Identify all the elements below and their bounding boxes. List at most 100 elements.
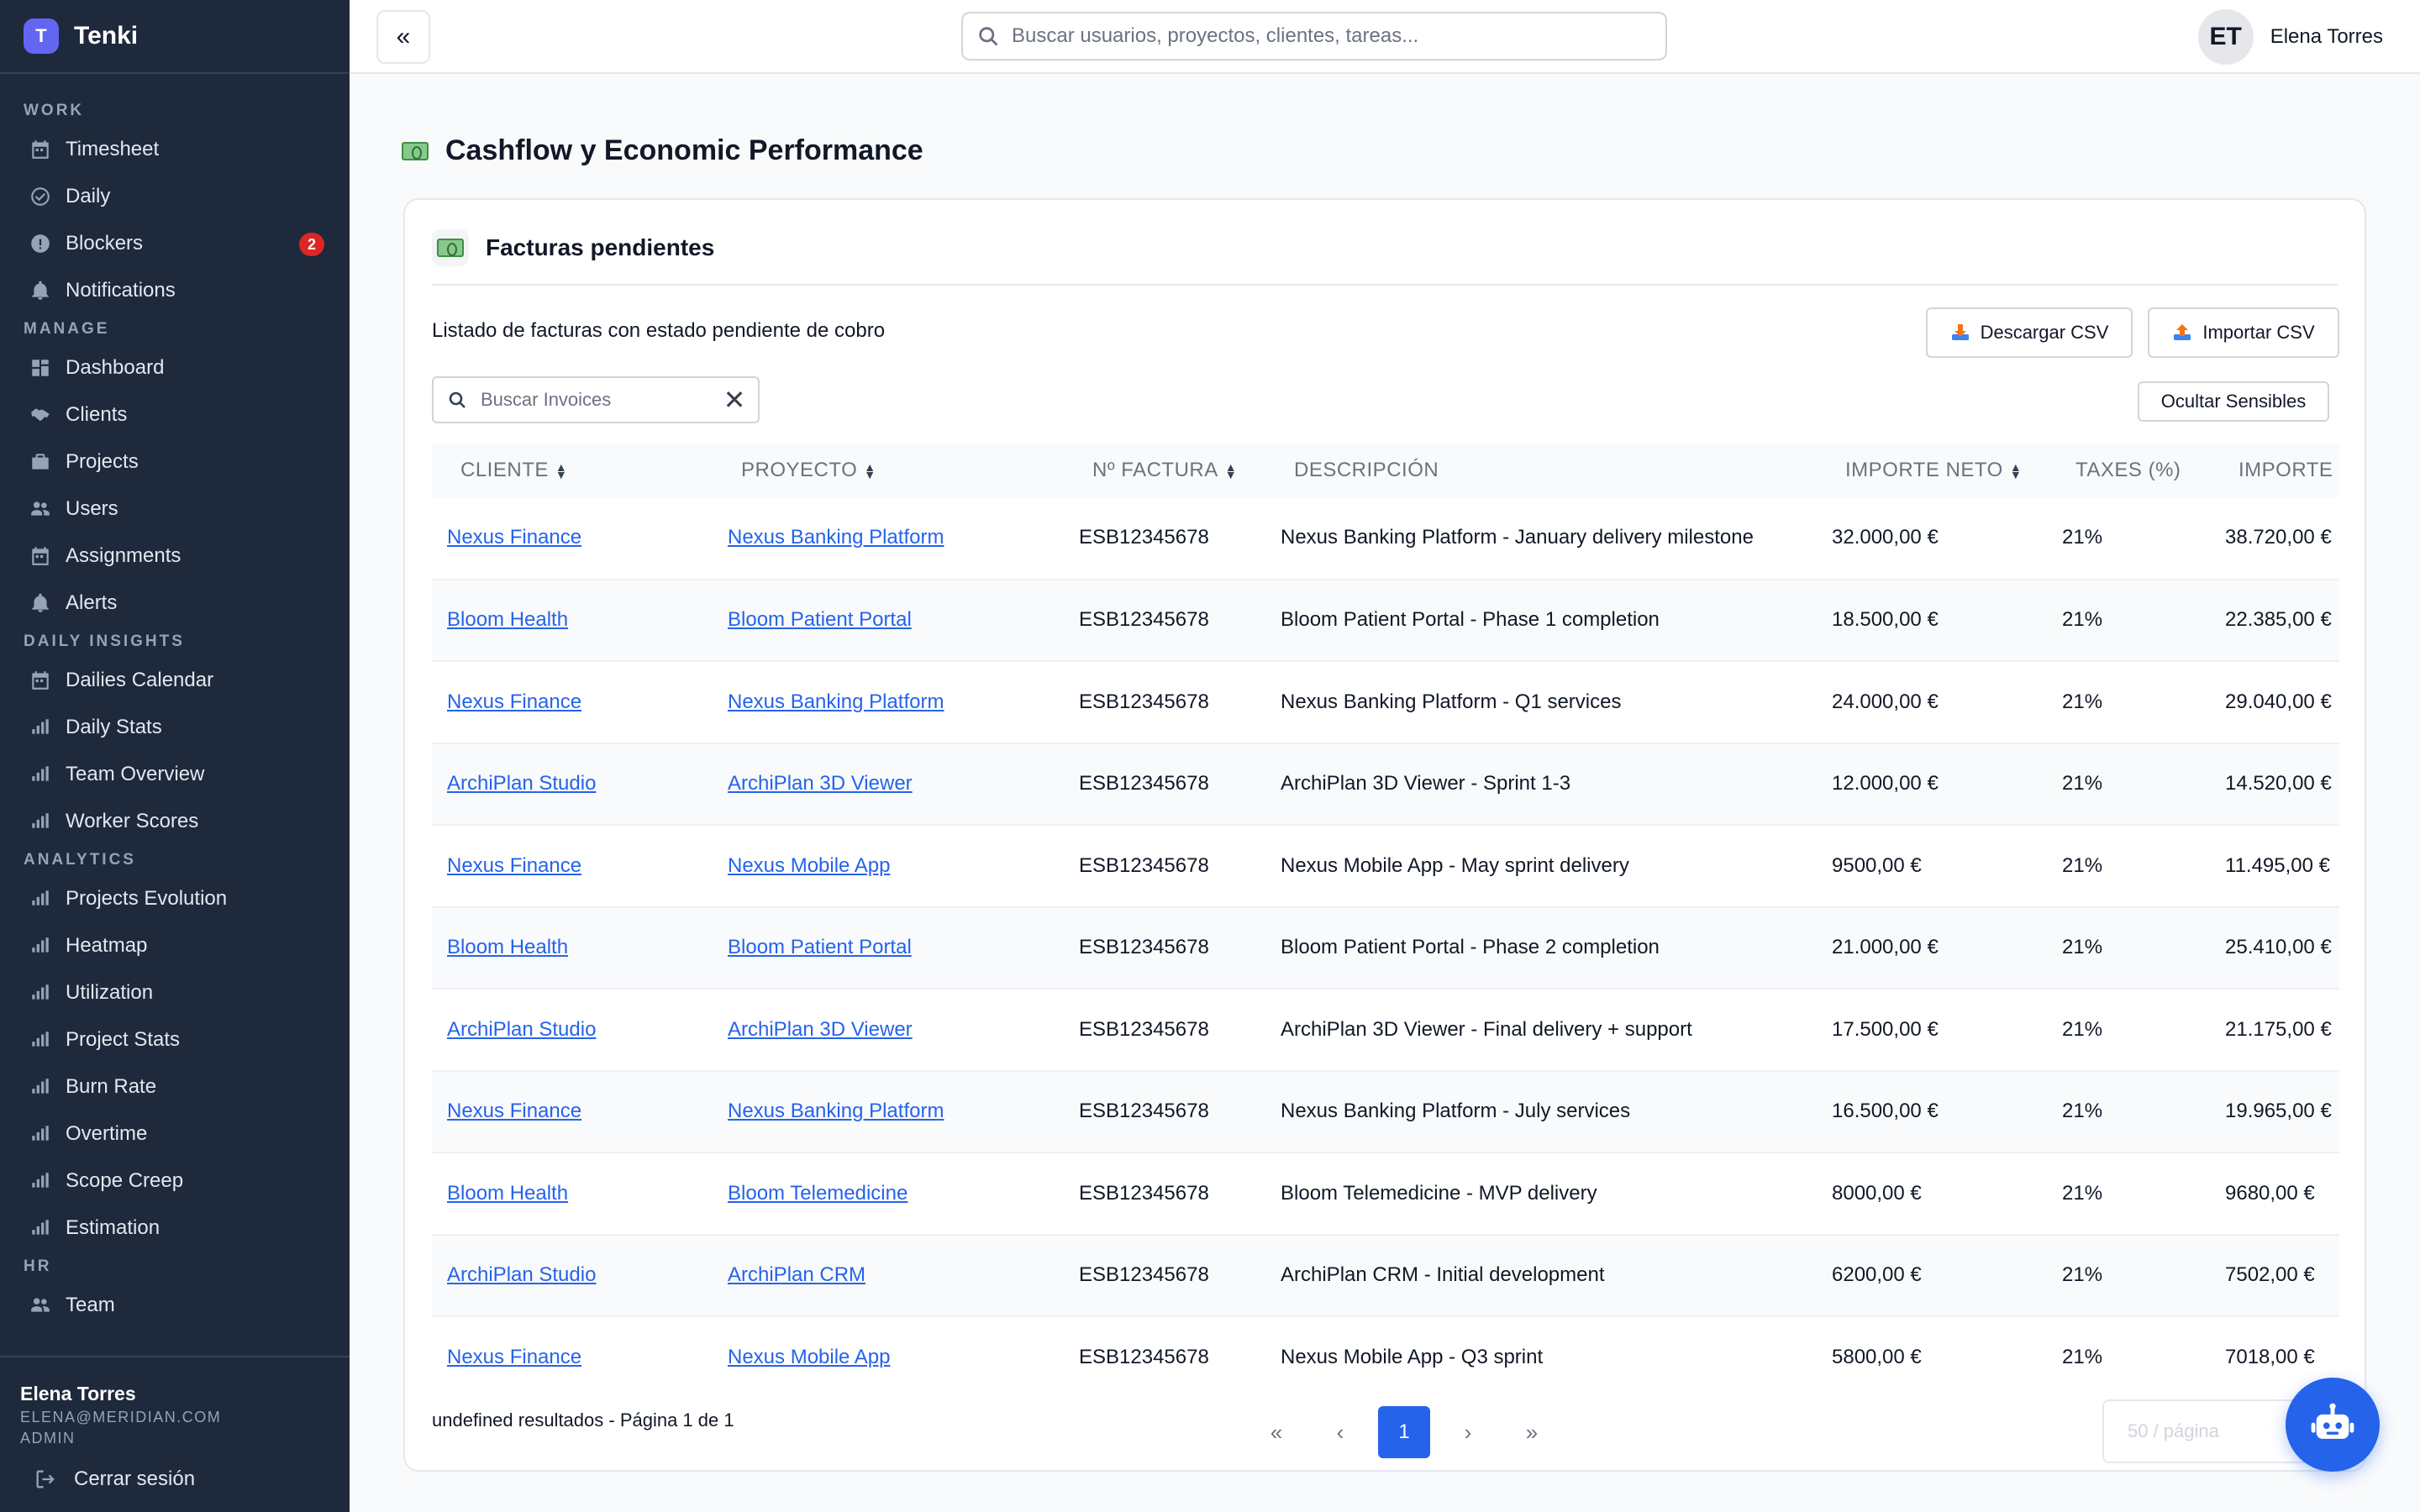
sort-icon[interactable]: ▲ ▼	[2010, 461, 2022, 480]
invoices-table-container[interactable]: CLIENTE ▲ ▼ PROYECTO ▲ ▼ Nº FACTURA ▲ ▼ DESCRIPCI…	[432, 444, 2339, 1393]
first-page-button[interactable]: «	[1250, 1406, 1302, 1458]
next-page-button[interactable]: ›	[1442, 1406, 1494, 1458]
table-row[interactable]: ArchiPlan Studio ArchiPlan 3D Viewer ESB12…	[432, 743, 2339, 825]
client-link[interactable]: Bloom Health	[447, 608, 568, 631]
cell-project: Nexus Banking Platform	[713, 1071, 1064, 1153]
cell-taxes: 21%	[2062, 1100, 2103, 1123]
sidebar-item-dashboard[interactable]: Dashboard	[0, 344, 350, 391]
project-link[interactable]: Nexus Mobile App	[728, 854, 890, 877]
sidebar-item-blockers[interactable]: Blockers 2	[0, 220, 350, 267]
project-link[interactable]: ArchiPlan 3D Viewer	[728, 1018, 913, 1041]
cell-project: Nexus Banking Platform	[713, 497, 1064, 580]
calendar-icon	[29, 138, 52, 161]
sort-icon[interactable]: ▲ ▼	[1225, 461, 1237, 480]
project-link[interactable]: Nexus Banking Platform	[728, 526, 944, 549]
sort-icon[interactable]: ▲ ▼	[555, 461, 567, 480]
global-search[interactable]	[961, 12, 1667, 60]
logout-icon	[36, 1470, 55, 1488]
table-row[interactable]: Bloom Health Bloom Patient Portal ESB12345…	[432, 906, 2339, 989]
sidebar-item-projects[interactable]: Projects	[0, 438, 350, 486]
cell-net-amount: 17.500,00 €	[1832, 1017, 1939, 1041]
project-link[interactable]: Bloom Patient Portal	[728, 936, 912, 958]
logout-button[interactable]: Cerrar sesión	[20, 1467, 329, 1491]
column-header[interactable]: CLIENTE ▲ ▼	[432, 444, 713, 497]
bell-icon	[29, 591, 52, 615]
client-link[interactable]: Bloom Health	[447, 1182, 568, 1205]
last-page-button[interactable]: »	[1506, 1406, 1558, 1458]
sort-icon[interactable]: ▲ ▼	[864, 461, 876, 480]
client-link[interactable]: Nexus Finance	[447, 526, 581, 549]
table-row[interactable]: Nexus Finance Nexus Banking Platform ESB12…	[432, 497, 2339, 580]
column-header[interactable]: Nº FACTURA ▲ ▼	[1064, 444, 1265, 497]
sidebar-item-projects-evolution[interactable]: Projects Evolution	[0, 875, 350, 922]
sidebar-item-notifications[interactable]: Notifications	[0, 267, 350, 314]
project-link[interactable]: Nexus Banking Platform	[728, 1100, 944, 1122]
table-row[interactable]: Bloom Health Bloom Patient Portal ESB12345…	[432, 579, 2339, 662]
cell-invoice-number: ESB12345678	[1079, 1181, 1209, 1205]
table-row[interactable]: Nexus Finance Nexus Mobile App ESB12345678…	[432, 825, 2339, 907]
column-header[interactable]: IMPORTE NETO ▲ ▼	[1817, 444, 2047, 497]
client-link[interactable]: Nexus Finance	[447, 690, 581, 713]
project-link[interactable]: Nexus Mobile App	[728, 1346, 890, 1368]
sidebar-item-assignments[interactable]: Assignments	[0, 533, 350, 580]
briefcase-icon	[29, 450, 52, 474]
client-link[interactable]: Nexus Finance	[447, 854, 581, 877]
sidebar-item-overtime[interactable]: Overtime	[0, 1110, 350, 1158]
cell-description: Nexus Banking Platform - Q1 services	[1281, 690, 1622, 713]
client-link[interactable]: Nexus Finance	[447, 1100, 581, 1122]
client-link[interactable]: ArchiPlan Studio	[447, 772, 596, 795]
import-csv-button[interactable]: Importar CSV	[2148, 307, 2339, 358]
pagination: « ‹ 1 › »	[1250, 1404, 1570, 1460]
sidebar-item-label: Timesheet	[66, 138, 160, 160]
prev-page-button[interactable]: ‹	[1314, 1406, 1366, 1458]
sidebar-item-timesheet[interactable]: Timesheet	[0, 126, 350, 173]
sidebar-item-users[interactable]: Users	[0, 486, 350, 533]
download-csv-button[interactable]: Descargar CSV	[1926, 307, 2133, 358]
sidebar-item-estimation[interactable]: Estimation	[0, 1205, 350, 1252]
sidebar-item-clients[interactable]: Clients	[0, 391, 350, 438]
sidebar-item-worker-scores[interactable]: Worker Scores	[0, 798, 350, 845]
user-menu[interactable]: ET Elena Torres	[2197, 8, 2383, 66]
cell-taxes: 21%	[2062, 853, 2103, 877]
page-1-button[interactable]: 1	[1378, 1406, 1430, 1458]
project-link[interactable]: Bloom Telemedicine	[728, 1182, 908, 1205]
table-row[interactable]: Nexus Finance Nexus Mobile App ESB12345678…	[432, 1316, 2339, 1393]
sidebar-item-scope-creep[interactable]: Scope Creep	[0, 1158, 350, 1205]
collapse-sidebar-button[interactable]: «	[376, 10, 430, 64]
alert-icon	[29, 232, 52, 255]
cell-project: ArchiPlan CRM	[713, 1235, 1064, 1317]
client-link[interactable]: ArchiPlan Studio	[447, 1018, 596, 1041]
sidebar-item-alerts[interactable]: Alerts	[0, 580, 350, 627]
assistant-bot-button[interactable]	[2286, 1378, 2380, 1472]
table-row[interactable]: Nexus Finance Nexus Banking Platform ESB12…	[432, 661, 2339, 743]
global-search-input[interactable]	[1012, 24, 1650, 48]
clear-search-icon[interactable]: ✕	[718, 383, 751, 417]
sidebar-item-daily[interactable]: Daily	[0, 173, 350, 220]
sidebar-item-team-overview[interactable]: Team Overview	[0, 751, 350, 798]
table-row[interactable]: Bloom Health Bloom Telemedicine ESB1234567…	[432, 1152, 2339, 1235]
sidebar-item-heatmap[interactable]: Heatmap	[0, 922, 350, 969]
sidebar-item-burn-rate[interactable]: Burn Rate	[0, 1063, 350, 1110]
hide-sensitive-button[interactable]: Ocultar Sensibles	[2138, 381, 2329, 422]
sidebar-item-utilization[interactable]: Utilization	[0, 969, 350, 1016]
project-link[interactable]: Nexus Banking Platform	[728, 690, 944, 713]
client-link[interactable]: ArchiPlan Studio	[447, 1263, 596, 1286]
brand[interactable]: T Tenki	[0, 0, 350, 74]
sidebar-item-daily-stats[interactable]: Daily Stats	[0, 704, 350, 751]
column-header[interactable]: PROYECTO ▲ ▼	[713, 444, 1064, 497]
table-row[interactable]: ArchiPlan Studio ArchiPlan 3D Viewer ESB12…	[432, 989, 2339, 1071]
sidebar-item-dailies-calendar[interactable]: Dailies Calendar	[0, 657, 350, 704]
table-row[interactable]: Nexus Finance Nexus Banking Platform ESB12…	[432, 1070, 2339, 1153]
table-row[interactable]: ArchiPlan Studio ArchiPlan CRM ESB12345678…	[432, 1234, 2339, 1317]
client-link[interactable]: Nexus Finance	[447, 1346, 581, 1368]
user-role: ADMIN	[20, 1430, 76, 1446]
cell-client: Bloom Health	[432, 580, 713, 662]
sidebar-item-team[interactable]: Team	[0, 1282, 350, 1329]
sidebar-item-project-stats[interactable]: Project Stats	[0, 1016, 350, 1063]
client-link[interactable]: Bloom Health	[447, 936, 568, 958]
project-link[interactable]: ArchiPlan CRM	[728, 1263, 865, 1286]
upload-icon	[2174, 324, 2191, 340]
invoice-search[interactable]: Buscar Invoices ✕	[432, 376, 760, 423]
project-link[interactable]: ArchiPlan 3D Viewer	[728, 772, 913, 795]
project-link[interactable]: Bloom Patient Portal	[728, 608, 912, 631]
